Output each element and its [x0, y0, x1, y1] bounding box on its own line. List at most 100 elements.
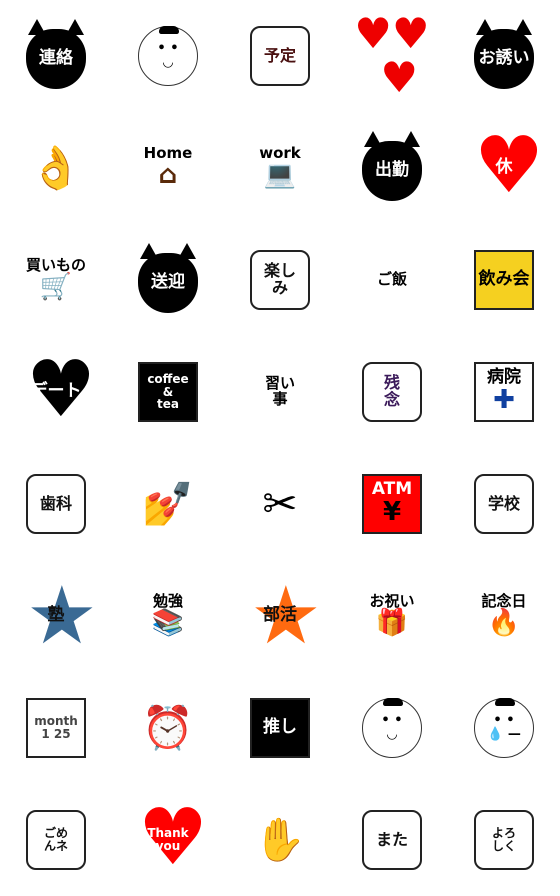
sticker-label: 塾	[47, 605, 65, 626]
sticker-19[interactable]: 残 念	[336, 336, 448, 448]
smiling-face-icon: • • ◡	[362, 698, 422, 758]
sticker-glyph: • • ◡	[157, 41, 179, 70]
sticker-31[interactable]: month 1 25	[0, 672, 112, 784]
star-cat-icon: 塾	[26, 586, 86, 646]
sticker-glyph: 💅	[141, 478, 195, 528]
rice-bowl-icon: ご飯	[362, 250, 422, 310]
sticker-14[interactable]: ご飯	[336, 224, 448, 336]
coffee-mug-icon: coffee & tea	[138, 362, 198, 422]
sticker-label: よろ しく	[491, 826, 516, 853]
sticker-label: month 1 25	[34, 714, 78, 741]
sticker-15[interactable]: 飲み会	[448, 224, 560, 336]
sticker-3[interactable]: 予定	[224, 0, 336, 112]
sticker-38[interactable]: ✋	[224, 784, 336, 896]
sticker-12[interactable]: 送迎	[112, 224, 224, 336]
smiling-face-icon: • • ◡	[138, 26, 198, 86]
sticker-33[interactable]: 推し	[224, 672, 336, 784]
sticker-label: 学校	[487, 493, 520, 513]
candle-icon: 記念日 🔥	[474, 586, 534, 646]
sticker-24[interactable]: ATM ¥	[336, 448, 448, 560]
atm-icon: ATM ¥	[362, 474, 422, 534]
sticker-37[interactable]: Thank you	[112, 784, 224, 896]
calendar-icon: month 1 25	[26, 698, 86, 758]
sticker-16[interactable]: デート	[0, 336, 112, 448]
sticker-label: 連絡	[39, 48, 73, 69]
hospital-sign-icon: 病院 ✚	[474, 362, 534, 422]
sticker-9[interactable]: 出勤	[336, 112, 448, 224]
speech-bubble-icon: よろ しく	[474, 810, 534, 870]
sticker-label: 部活	[263, 605, 297, 626]
sticker-glyph: ⌂	[158, 160, 178, 191]
sticker-glyph: ✚	[493, 385, 515, 416]
laptop-icon: work 💻	[250, 138, 310, 198]
sticker-27[interactable]: 勉強 📚	[112, 560, 224, 672]
sticker-11[interactable]: 買いもの 🛒	[0, 224, 112, 336]
sticker-25[interactable]: 学校	[448, 448, 560, 560]
sticker-label: 飲み会	[478, 269, 530, 290]
sticker-1[interactable]: 連絡	[0, 0, 112, 112]
sticker-label: Thank you	[147, 826, 189, 853]
sticker-glyph: ✋	[253, 814, 307, 864]
sticker-6[interactable]: 👌	[0, 112, 112, 224]
sticker-label: 推し	[263, 717, 297, 738]
school-tag-icon: 学校	[474, 474, 534, 534]
sticker-2[interactable]: • • ◡	[112, 0, 224, 112]
sticker-29[interactable]: お祝い 🎁	[336, 560, 448, 672]
cat-heart-icon: 送迎	[138, 243, 198, 313]
tooth-icon: 歯科	[26, 474, 86, 534]
hearts-icon: ♥♥ ♥	[354, 11, 429, 99]
sticker-30[interactable]: 記念日 🔥	[448, 560, 560, 672]
sticker-40[interactable]: よろ しく	[448, 784, 560, 896]
flower-icon: 習い 事	[250, 362, 310, 422]
waving-hand-icon: ✋	[250, 810, 310, 870]
sticker-glyph: ¥	[382, 497, 402, 528]
sticker-glyph: ⏰	[141, 702, 195, 752]
sticker-glyph: 💻	[263, 160, 297, 191]
speech-bubble-icon: 楽し み	[250, 250, 310, 310]
sticker-34[interactable]: • • ◡	[336, 672, 448, 784]
beer-mug-icon: 飲み会	[474, 250, 534, 310]
cat-flower-icon: お誘い	[474, 19, 534, 89]
sticker-glyph: • • 💧 —	[487, 713, 521, 742]
sticker-22[interactable]: 💅	[112, 448, 224, 560]
alarm-clock-icon: ⏰	[138, 698, 198, 758]
cat-icon: 出勤	[362, 131, 422, 201]
heart-icon: Thank you	[138, 808, 198, 870]
shopping-cart-icon: 買いもの 🛒	[26, 250, 86, 310]
sticker-4[interactable]: ♥♥ ♥	[336, 0, 448, 112]
sticker-label: 送迎	[151, 272, 185, 293]
sticker-23[interactable]: ✂	[224, 448, 336, 560]
sticker-21[interactable]: 歯科	[0, 448, 112, 560]
sticker-10[interactable]: 休	[448, 112, 560, 224]
sticker-label: ごめ んネ	[43, 826, 68, 853]
sticker-glyph: • • ◡	[381, 713, 403, 742]
sticker-39[interactable]: また	[336, 784, 448, 896]
sticker-label: 歯科	[39, 493, 72, 513]
sticker-36[interactable]: ごめ んネ	[0, 784, 112, 896]
sticker-grid: 連絡 • • ◡ 予定 ♥♥ ♥ お誘い 👌 Home⌂ work💻 出勤 休買いもの🛒 送迎 楽し …	[0, 0, 560, 896]
sticker-label: 予定	[263, 45, 296, 65]
sticker-35[interactable]: • • 💧 —	[448, 672, 560, 784]
sticker-label: 出勤	[375, 160, 409, 181]
sticker-label: 楽し み	[263, 261, 296, 297]
sticker-7[interactable]: Home ⌂	[112, 112, 224, 224]
sticker-28[interactable]: 部活	[224, 560, 336, 672]
speech-bubble-icon: 予定	[250, 26, 310, 86]
scissors-barber-pole-icon: ✂	[250, 474, 310, 534]
sticker-5[interactable]: お誘い	[448, 0, 560, 112]
sticker-18[interactable]: 習い 事	[224, 336, 336, 448]
cat-bubble-icon: ごめ んネ	[26, 810, 86, 870]
sticker-13[interactable]: 楽し み	[224, 224, 336, 336]
speech-bubble-heart-icon: 推し	[250, 698, 310, 758]
sticker-17[interactable]: coffee & tea	[112, 336, 224, 448]
sticker-26[interactable]: 塾	[0, 560, 112, 672]
house-icon: Home ⌂	[138, 138, 198, 198]
ok-hand-icon: 👌	[26, 138, 86, 198]
sticker-glyph: 👌	[29, 142, 83, 192]
sticker-32[interactable]: ⏰	[112, 672, 224, 784]
sticker-glyph: 🛒	[39, 272, 73, 303]
sticker-8[interactable]: work 💻	[224, 112, 336, 224]
sticker-glyph: 🎁	[375, 608, 409, 639]
sticker-label: また	[375, 829, 408, 849]
sticker-20[interactable]: 病院 ✚	[448, 336, 560, 448]
